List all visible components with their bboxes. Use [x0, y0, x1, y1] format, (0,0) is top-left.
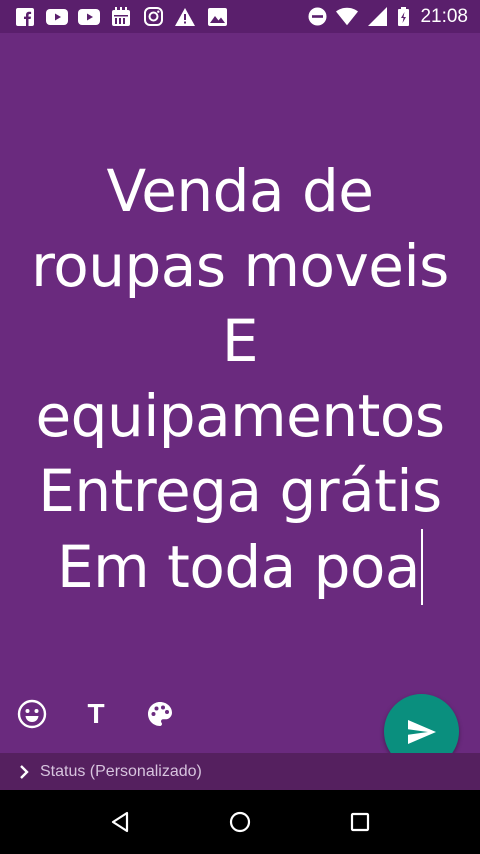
emoji-icon[interactable]	[15, 697, 49, 731]
system-icons: 21:08	[306, 6, 468, 27]
status-privacy-bar[interactable]: Status (Personalizado)	[0, 753, 480, 790]
status-text-line: Entrega grátis	[38, 457, 442, 525]
status-composer-screen: 21:08 Venda de roupas moveis E equipamen…	[0, 0, 480, 854]
do-not-disturb-icon	[306, 7, 328, 27]
status-text-line: Venda de	[106, 157, 374, 225]
calendar-app-icon	[110, 6, 132, 27]
image-icon	[206, 7, 228, 27]
send-icon	[407, 719, 436, 744]
text-cursor	[420, 529, 423, 605]
recents-icon[interactable]	[348, 810, 372, 834]
instagram-icon	[142, 7, 164, 27]
status-text-line: Em toda poa	[57, 533, 420, 601]
warning-icon	[174, 7, 196, 27]
status-text-input[interactable]: Venda de roupas moveis E equipamentos En…	[0, 154, 480, 605]
system-status-bar: 21:08	[0, 0, 480, 33]
clock: 21:08	[420, 5, 468, 27]
cellular-signal-icon	[366, 7, 388, 27]
chevron-right-icon	[16, 764, 32, 780]
wifi-icon	[336, 7, 359, 27]
youtube-icon	[78, 7, 100, 27]
status-text-line: roupas moveis	[31, 232, 449, 300]
palette-icon[interactable]	[143, 697, 177, 731]
status-privacy-label: Status (Personalizado)	[40, 762, 202, 780]
youtube-icon	[46, 7, 68, 27]
notification-icons	[14, 6, 228, 27]
text-style-button[interactable]: T	[79, 697, 113, 731]
home-icon[interactable]	[228, 810, 252, 834]
back-icon[interactable]	[108, 810, 132, 834]
status-text-last-line: Em toda poa	[0, 529, 480, 605]
system-navigation-bar	[0, 790, 480, 854]
status-text-line: equipamentos	[35, 382, 445, 450]
facebook-icon	[14, 7, 36, 27]
status-text-line: E	[221, 307, 259, 375]
battery-icon	[396, 7, 410, 27]
